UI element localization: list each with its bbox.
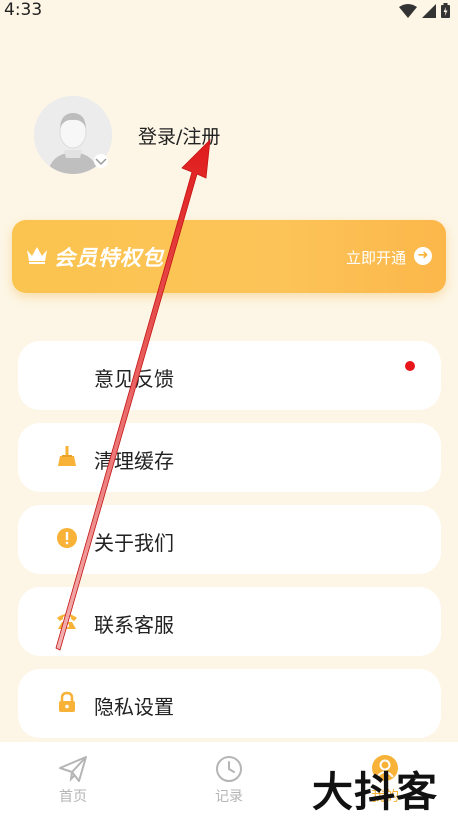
menu-item-feedback[interactable]: 意见反馈 [18, 341, 441, 410]
menu-item-privacy-settings[interactable]: 隐私设置 [18, 669, 441, 738]
watermark: 大抖客 [312, 768, 438, 816]
menu-item-label: 关于我们 [94, 531, 174, 555]
battery-icon [441, 3, 450, 18]
menu-item-label: 隐私设置 [94, 695, 174, 719]
tab-records[interactable]: 记录 [174, 742, 284, 820]
arrow-right-icon[interactable]: ➜ [414, 247, 432, 265]
menu-item-label: 联系客服 [94, 613, 174, 637]
login-register-link[interactable]: 登录/注册 [138, 122, 220, 149]
status-bar: 4:33 [0, 0, 458, 24]
notification-dot [405, 361, 415, 371]
tab-home[interactable]: 首页 [18, 742, 128, 820]
tab-label: 首页 [59, 789, 87, 805]
clock-icon [216, 756, 242, 782]
vip-title: 会员特权包 [54, 246, 164, 270]
broom-icon [58, 446, 76, 466]
chevron-down-icon[interactable] [92, 154, 110, 168]
wifi-icon [399, 3, 417, 18]
menu-item-about-us[interactable]: 关于我们 [18, 505, 441, 574]
menu-item-contact-support[interactable]: 联系客服 [18, 587, 441, 656]
menu-item-label: 意见反馈 [94, 367, 174, 391]
menu-item-clear-cache[interactable]: 清理缓存 [18, 423, 441, 492]
status-time: 4:33 [4, 0, 43, 20]
status-icons [399, 3, 450, 18]
menu-item-label: 清理缓存 [94, 449, 174, 473]
phone-icon [57, 614, 77, 629]
lock-icon [59, 691, 75, 712]
signal-icon [422, 3, 436, 18]
vip-banner[interactable]: 会员特权包 立即开通 ➜ [12, 220, 446, 293]
info-icon [57, 528, 77, 548]
vip-open-link[interactable]: 立即开通 [346, 247, 406, 268]
paper-plane-icon [59, 756, 87, 782]
tab-label: 记录 [215, 789, 243, 805]
crown-icon [27, 247, 47, 264]
